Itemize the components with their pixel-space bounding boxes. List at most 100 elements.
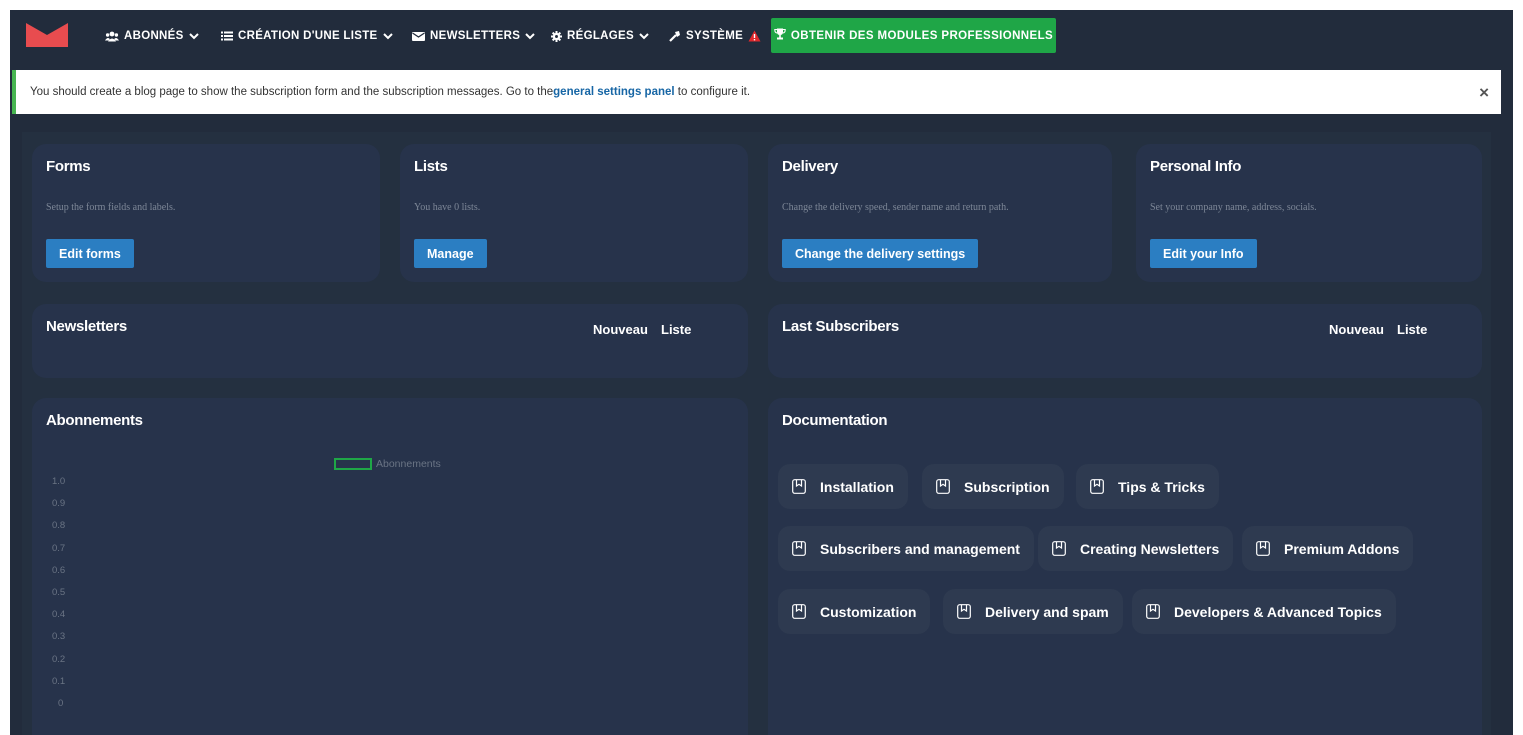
nav-create-list[interactable]: CRÉATION D'UNE LISTE [221,27,393,45]
notice-text-after: to configure it. [674,86,751,98]
envelope-icon [412,31,425,41]
y-tick-label: 0.7 [52,542,66,554]
y-tick-label: 0.6 [52,564,66,576]
nav-create-list-label: CRÉATION D'UNE LISTE [238,30,378,42]
gear-icon [551,30,562,42]
forms-description: Setup the form fields and labels. [46,202,176,213]
users-icon [105,31,119,42]
nav-subscribers[interactable]: ABONNÉS [105,27,199,45]
bookmark-icon [792,541,806,556]
nav-newsletters-label: NEWSLETTERS [430,30,521,42]
doc-developers-advanced[interactable]: Developers & Advanced Topics [1132,589,1396,634]
newsletters-list-link[interactable]: Liste [661,322,691,337]
lists-description: You have 0 lists. [414,202,481,213]
doc-customization[interactable]: Customization [778,589,931,634]
chevron-down-icon [188,32,199,40]
y-tick-label: 0.1 [52,675,66,687]
y-tick-label: 0.3 [52,631,66,643]
bookmark-icon [936,479,950,494]
doc-customization-label: Customization [820,603,917,620]
y-tick-label: 1.0 [52,476,66,487]
forms-title: Forms [46,158,91,175]
nav-subscribers-label: ABONNÉS [124,30,184,42]
y-tick-label: 0.8 [52,520,66,532]
documentation-card: Documentation Installation Subscription … [768,398,1482,735]
nav-system-label: SYSTÈME [686,30,744,42]
newsletters-new-link[interactable]: Nouveau [593,322,648,337]
trophy-icon [774,28,786,43]
edit-info-button[interactable]: Edit your Info [1150,239,1257,268]
app-window: ABONNÉS CRÉATION D'UNE LISTE NEWSLETTERS… [10,10,1513,735]
documentation-title: Documentation [782,412,888,429]
personal-info-title: Personal Info [1150,158,1242,175]
delivery-card: Delivery Change the delivery speed, send… [768,144,1112,282]
dashboard-main: Forms Setup the form fields and labels. … [22,132,1491,735]
chevron-down-icon [525,32,535,40]
nav-newsletters[interactable]: NEWSLETTERS [412,27,535,45]
last-subscribers-title: Last Subscribers [782,318,899,335]
doc-premium-addons-label: Premium Addons [1284,540,1400,557]
get-pro-modules-button[interactable]: OBTENIR DES MODULES PROFESSIONNELS [771,18,1056,53]
personal-info-card: Personal Info Set your company name, add… [1136,144,1482,282]
newsletters-title: Newsletters [46,318,127,335]
general-settings-link[interactable]: general settings panel [553,86,674,98]
doc-delivery-spam[interactable]: Delivery and spam [943,589,1123,634]
doc-creating-newsletters-label: Creating Newsletters [1080,540,1220,557]
bookmark-icon [1146,604,1160,619]
personal-info-description: Set your company name, address, socials. [1150,202,1317,213]
bookmark-icon [792,479,806,494]
nav-system[interactable]: SYSTÈME [669,27,761,45]
doc-premium-addons[interactable]: Premium Addons [1242,526,1414,571]
bookmark-icon [1052,541,1066,556]
warning-icon [748,30,761,42]
subscribers-new-link[interactable]: Nouveau [1329,322,1384,337]
change-delivery-settings-button[interactable]: Change the delivery settings [782,239,979,268]
close-icon[interactable]: × [1479,83,1489,103]
doc-subscribers-management-label: Subscribers and management [820,540,1020,557]
y-tick-label: 0.4 [52,609,66,621]
doc-installation-label: Installation [820,478,894,495]
doc-tips-tricks-label: Tips & Tricks [1118,478,1205,495]
get-pro-modules-label: OBTENIR DES MODULES PROFESSIONNELS [790,29,1054,42]
y-tick-label: 0.9 [52,498,66,510]
wrench-icon [669,30,681,42]
lists-title: Lists [414,158,448,175]
bookmark-icon [957,604,971,619]
chart-legend-label: Abonnements [376,458,441,470]
list-icon [221,31,233,41]
bookmark-icon [1090,479,1104,494]
doc-developers-advanced-label: Developers & Advanced Topics [1174,603,1382,620]
forms-card: Forms Setup the form fields and labels. … [32,144,380,282]
doc-delivery-spam-label: Delivery and spam [985,603,1109,620]
doc-installation[interactable]: Installation [778,464,908,509]
mailpoet-logo[interactable] [26,23,68,47]
doc-tips-tricks[interactable]: Tips & Tricks [1076,464,1219,509]
subscriptions-title: Abonnements [46,412,143,429]
manage-lists-button[interactable]: Manage [414,239,487,268]
doc-creating-newsletters[interactable]: Creating Newsletters [1038,526,1234,571]
y-tick-label: 0 [58,698,64,709]
doc-subscription-label: Subscription [964,478,1050,495]
subscriptions-chart-card: Abonnements Abonnements 1.0 0.9 0.8 0.7 0.6 0… [32,398,748,735]
edit-forms-button[interactable]: Edit forms [46,239,134,268]
chevron-down-icon [639,32,649,40]
lists-card: Lists You have 0 lists. Manage [400,144,748,282]
delivery-title: Delivery [782,158,838,175]
delivery-description: Change the delivery speed, sender name a… [782,202,1009,213]
chevron-down-icon [382,32,393,40]
chart-legend-swatch[interactable] [334,458,372,470]
subscribers-list-link[interactable]: Liste [1397,322,1427,337]
notice-text-before: You should create a blog page to show th… [30,86,554,98]
last-subscribers-card: Last Subscribers Nouveau Liste [768,304,1482,378]
bookmark-icon [1256,541,1270,556]
top-navigation: ABONNÉS CRÉATION D'UNE LISTE NEWSLETTERS… [10,10,1513,62]
doc-subscribers-management[interactable]: Subscribers and management [778,526,1034,571]
nav-settings-label: RÉGLAGES [567,30,634,42]
y-tick-label: 0.5 [52,587,66,598]
doc-subscription[interactable]: Subscription [922,464,1064,509]
newsletters-card: Newsletters Nouveau Liste [32,304,748,378]
blog-page-notice: You should create a blog page to show th… [12,70,1501,114]
y-tick-label: 0.2 [52,653,66,665]
bookmark-icon [792,604,806,619]
nav-settings[interactable]: RÉGLAGES [551,27,649,45]
